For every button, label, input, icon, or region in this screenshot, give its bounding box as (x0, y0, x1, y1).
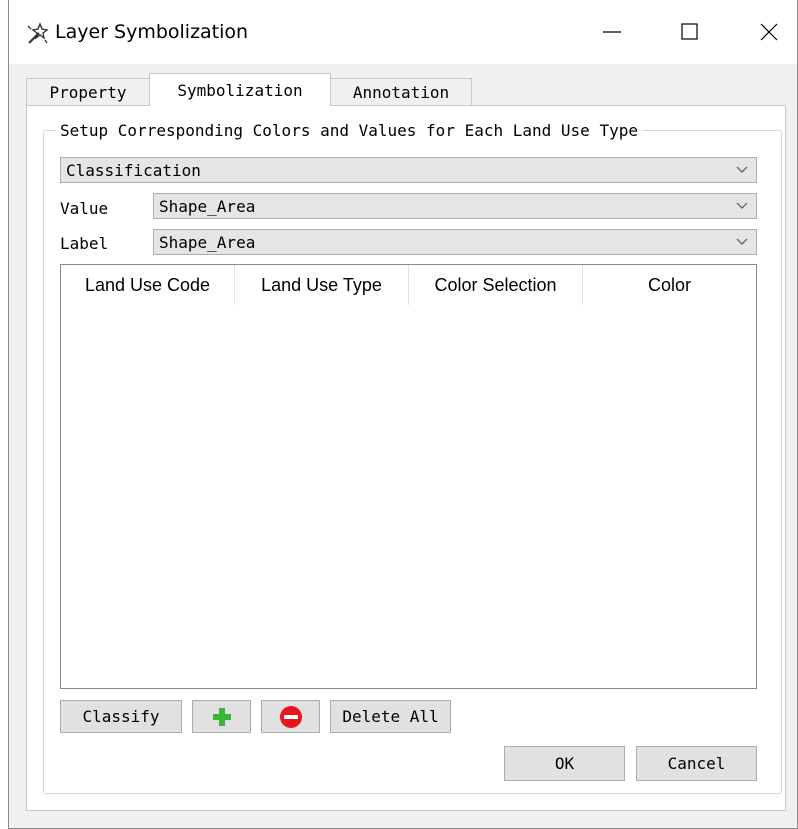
cancel-button[interactable]: Cancel (636, 746, 757, 781)
chevron-down-icon (736, 166, 748, 173)
chevron-down-icon (736, 238, 748, 245)
tab-annotation[interactable]: Annotation (330, 78, 472, 106)
close-icon (760, 23, 778, 41)
column-header-land-use-type[interactable]: Land Use Type (235, 265, 409, 305)
magic-wand-icon (27, 22, 49, 44)
classification-combo-value: Classification (66, 160, 201, 180)
label-combo[interactable]: Shape_Area (153, 229, 757, 255)
remove-row-button[interactable] (261, 700, 320, 733)
table-header: Land Use Code Land Use Type Color Select… (61, 265, 756, 305)
column-header-color[interactable]: Color (583, 265, 756, 305)
maximize-icon (681, 23, 698, 40)
label-combo-value: Shape_Area (159, 232, 256, 252)
classification-combo[interactable]: Classification (60, 157, 757, 183)
minimize-button[interactable] (589, 0, 635, 64)
value-combo-value: Shape_Area (159, 196, 256, 216)
add-row-button[interactable] (192, 700, 251, 733)
minus-icon (279, 705, 302, 728)
ok-button[interactable]: OK (504, 746, 625, 781)
tab-property[interactable]: Property (26, 78, 150, 106)
label-label: Label (60, 234, 109, 253)
tab-symbolization[interactable]: Symbolization (149, 73, 331, 106)
window-title: Layer Symbolization (55, 21, 249, 43)
title-bar: Layer Symbolization (9, 0, 797, 64)
close-button[interactable] (746, 0, 792, 64)
column-header-land-use-code[interactable]: Land Use Code (61, 265, 235, 305)
classify-button[interactable]: Classify (60, 700, 182, 733)
column-header-color-selection[interactable]: Color Selection (409, 265, 583, 305)
value-combo[interactable]: Shape_Area (153, 193, 757, 219)
group-title: Setup Corresponding Colors and Values fo… (56, 121, 642, 140)
land-use-table[interactable]: Land Use Code Land Use Type Color Select… (60, 264, 757, 689)
maximize-button[interactable] (667, 0, 713, 64)
plus-icon (212, 707, 231, 726)
chevron-down-icon (736, 202, 748, 209)
delete-all-button[interactable]: Delete All (330, 700, 451, 733)
value-label: Value (60, 199, 109, 218)
minimize-icon (603, 31, 621, 33)
